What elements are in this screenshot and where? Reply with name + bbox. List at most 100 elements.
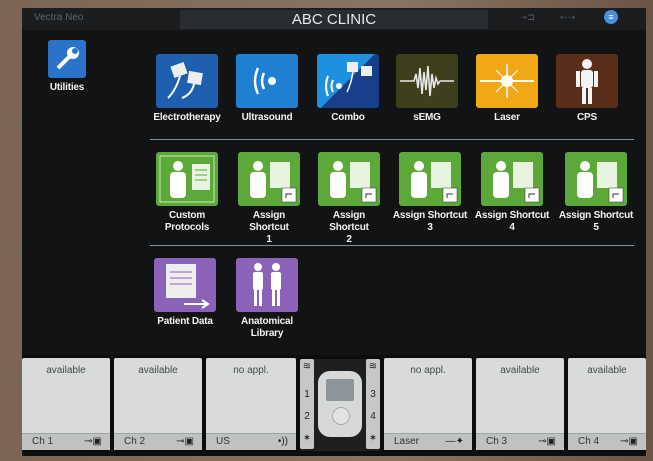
electrodes-icon <box>156 54 218 108</box>
clinic-title: ABC CLINIC <box>180 10 488 29</box>
touch-screen: Vectra Neo ABC CLINIC ⌁⊐ ⇠⇢ ≡ Utilities … <box>22 8 646 456</box>
shortcut-figure-icon <box>318 152 380 206</box>
channel-status: available <box>587 365 627 376</box>
channel-status: no appl. <box>410 365 446 376</box>
star-icon: ✶ <box>368 433 378 444</box>
lead-plug-icon: ⊸▣ <box>538 436 556 447</box>
channel-3-panel[interactable]: available Ch 3 ⊸▣ <box>476 358 564 450</box>
combo-button[interactable]: Combo <box>314 54 382 124</box>
channel-name: US <box>216 436 230 447</box>
stack-icon: ≋ <box>368 361 378 372</box>
patient-data-icon <box>154 258 216 312</box>
assign-shortcut-2-button[interactable]: Assign Shortcut 2 <box>312 152 386 246</box>
usb-icon: ⌁⊐ <box>522 12 535 22</box>
assign-shortcut-3-label: Assign Shortcut 3 <box>392 210 468 233</box>
channel-footer: Ch 4 ⊸▣ <box>568 433 646 450</box>
stimulator-device: ≋ 1 2 ✶ ≋ 3 4 ✶ <box>300 359 380 451</box>
channel-name: Ch 3 <box>486 436 508 447</box>
channel-footer: Laser —✦ <box>384 433 472 450</box>
assign-shortcut-4-label: Assign Shortcut 4 <box>474 210 550 233</box>
semg-button[interactable]: sEMG <box>394 54 460 124</box>
electrotherapy-button[interactable]: Electrotherapy <box>152 54 222 124</box>
assign-shortcut-5-button[interactable]: Assign Shortcut 5 <box>556 152 636 234</box>
channel-status: no appl. <box>233 365 269 376</box>
device-knob <box>332 407 350 425</box>
divider <box>150 139 634 140</box>
channel-4-panel[interactable]: available Ch 4 ⊸▣ <box>568 358 646 450</box>
status-icons: ⌁⊐ ⇠⇢ ≡ <box>522 10 638 26</box>
channel-status: available <box>46 365 86 376</box>
help-icon[interactable]: ≡ <box>604 10 618 24</box>
shortcut-figure-icon <box>399 152 461 206</box>
assign-shortcut-1-button[interactable]: Assign Shortcut 1 <box>232 152 306 246</box>
patient-data-button[interactable]: Patient Data <box>148 258 222 328</box>
channel-name: Ch 1 <box>32 436 54 447</box>
assign-shortcut-1-label: Assign Shortcut 1 <box>249 210 289 245</box>
channel-status: available <box>138 365 178 376</box>
anatomy-figures-icon <box>236 258 298 312</box>
stack-icon: ≋ <box>302 361 312 372</box>
lead-plug-icon: ⊸▣ <box>620 436 638 447</box>
right-channel-column: ≋ 3 4 ✶ <box>366 359 380 449</box>
channel-bar: available Ch 1 ⊸▣ available Ch 2 ⊸▣ no app… <box>22 355 646 456</box>
channel-footer: Ch 1 ⊸▣ <box>22 433 110 450</box>
assign-shortcut-5-label: Assign Shortcut 5 <box>558 210 634 233</box>
cps-label: CPS <box>577 112 597 123</box>
shortcut-figure-icon <box>565 152 627 206</box>
body-figure-icon <box>556 54 618 108</box>
channel-4-indicator: 4 <box>370 411 376 422</box>
shortcut-figure-icon <box>481 152 543 206</box>
channel-name: Ch 4 <box>578 436 600 447</box>
lead-plug-icon: ⊸▣ <box>84 436 102 447</box>
divider <box>150 245 634 246</box>
channel-footer: Ch 2 ⊸▣ <box>114 433 202 450</box>
left-channel-column: ≋ 1 2 ✶ <box>300 359 314 449</box>
assign-shortcut-2-label: Assign Shortcut 2 <box>329 210 369 245</box>
channel-name: Ch 2 <box>124 436 146 447</box>
wrench-icon <box>48 40 86 78</box>
custom-protocols-label: Custom Protocols <box>164 210 210 233</box>
utilities-label: Utilities <box>49 82 85 93</box>
waveform-icon <box>396 54 458 108</box>
semg-label: sEMG <box>413 112 441 123</box>
combo-label: Combo <box>331 112 365 123</box>
channel-2-panel[interactable]: available Ch 2 ⊸▣ <box>114 358 202 450</box>
brand-name: Vectra Neo <box>34 12 84 23</box>
top-bar: Vectra Neo ABC CLINIC ⌁⊐ ⇠⇢ ≡ <box>22 8 646 30</box>
combo-icon <box>317 54 379 108</box>
channel-1-panel[interactable]: available Ch 1 ⊸▣ <box>22 358 110 450</box>
channel-status: available <box>500 365 540 376</box>
laser-button[interactable]: Laser <box>474 54 540 124</box>
electrotherapy-label: Electrotherapy <box>153 112 221 123</box>
laser-probe-icon: —✦ <box>445 436 464 447</box>
anatomical-library-button[interactable]: Anatomical Library <box>230 258 304 340</box>
star-icon: ✶ <box>302 433 312 444</box>
anatomical-library-label: Anatomical Library <box>241 316 293 339</box>
laser-panel[interactable]: no appl. Laser —✦ <box>384 358 472 450</box>
connection-icon: ⇠⇢ <box>560 12 576 22</box>
shortcut-figure-icon <box>238 152 300 206</box>
custom-protocols-button[interactable]: Custom Protocols <box>152 152 222 234</box>
channel-name: Laser <box>394 436 420 447</box>
channel-footer: Ch 3 ⊸▣ <box>476 433 564 450</box>
lead-plug-icon: ⊸▣ <box>176 436 194 447</box>
patient-data-label: Patient Data <box>157 316 213 327</box>
laser-icon <box>476 54 538 108</box>
utilities-button[interactable]: Utilities <box>42 40 92 94</box>
cps-button[interactable]: CPS <box>554 54 620 124</box>
assign-shortcut-4-button[interactable]: Assign Shortcut 4 <box>474 152 550 234</box>
channel-2-indicator: 2 <box>304 411 310 422</box>
channel-3-indicator: 3 <box>370 389 376 400</box>
protocol-figure-icon <box>156 152 218 206</box>
us-panel[interactable]: no appl. US •)) <box>206 358 296 450</box>
ultrasound-head-icon: •)) <box>277 436 288 447</box>
device-display <box>326 379 354 401</box>
channel-footer: US •)) <box>206 433 296 450</box>
device-illustration <box>318 371 362 437</box>
ultrasound-label: Ultrasound <box>241 112 293 123</box>
ultrasound-button[interactable]: Ultrasound <box>234 54 300 124</box>
laser-label: Laser <box>494 112 520 123</box>
ultrasound-icon <box>236 54 298 108</box>
assign-shortcut-3-button[interactable]: Assign Shortcut 3 <box>392 152 468 234</box>
channel-1-indicator: 1 <box>304 389 310 400</box>
